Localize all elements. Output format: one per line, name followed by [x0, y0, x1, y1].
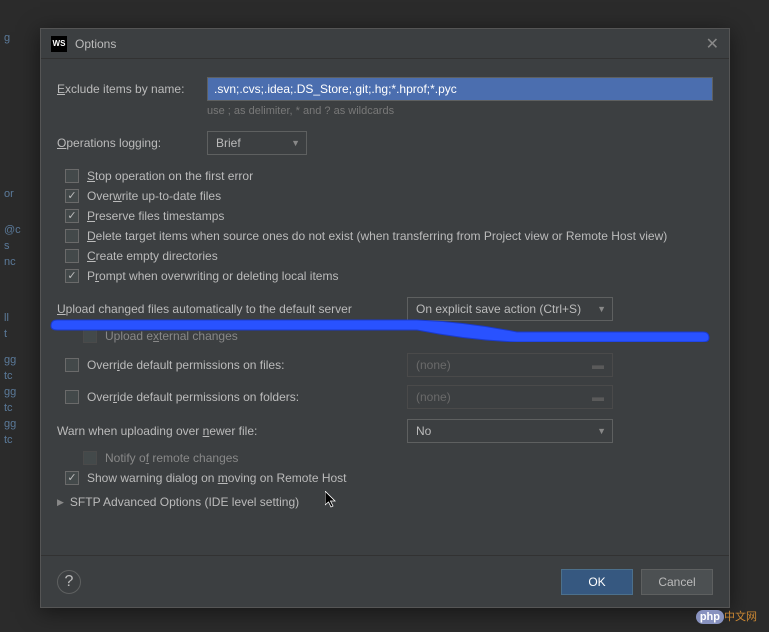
help-button[interactable]: ?	[57, 570, 81, 594]
background-sidebar: gor@csnc lltggtc ggtcggtc	[0, 0, 40, 632]
folders-permissions-input: (none)▬	[407, 385, 613, 409]
upload-external-label: Upload external changes	[105, 329, 238, 343]
override-folders-label: Override default permissions on folders:	[87, 390, 299, 404]
warn-newer-select[interactable]: No▼	[407, 419, 613, 443]
dialog-content: Exclude items by name: use ; as delimite…	[41, 59, 729, 509]
operations-logging-select[interactable]: Brief▼	[207, 131, 307, 155]
prompt-label: Prompt when overwriting or deleting loca…	[87, 269, 338, 283]
notify-remote-checkbox[interactable]: Notify of remote changes	[57, 451, 713, 465]
stop-on-error-checkbox[interactable]: Stop operation on the first error	[57, 169, 713, 183]
create-empty-label: Create empty directories	[87, 249, 218, 263]
override-folders-checkbox[interactable]: Override default permissions on folders:	[57, 390, 299, 404]
warn-newer-label: Warn when uploading over newer file:	[57, 424, 407, 438]
dialog-footer: ? OK Cancel	[41, 555, 729, 607]
chevron-down-icon: ▼	[597, 426, 606, 436]
sftp-advanced-expander[interactable]: ▶ SFTP Advanced Options (IDE level setti…	[57, 495, 713, 509]
app-icon: WS	[51, 36, 67, 52]
preserve-checkbox[interactable]: Preserve files timestamps	[57, 209, 713, 223]
show-warning-checkbox[interactable]: Show warning dialog on moving on Remote …	[57, 471, 713, 485]
close-icon[interactable]: ✕	[706, 34, 719, 54]
stop-on-error-label: Stop operation on the first error	[87, 169, 253, 183]
watermark: php中文网	[696, 608, 757, 624]
folder-icon: ▬	[592, 390, 604, 404]
delete-target-checkbox[interactable]: Delete target items when source ones do …	[57, 229, 713, 243]
operations-logging-label: Operations logging:	[57, 136, 207, 150]
ok-button[interactable]: OK	[561, 569, 633, 595]
override-files-label: Override default permissions on files:	[87, 358, 284, 372]
delete-target-label: Delete target items when source ones do …	[87, 229, 667, 243]
show-warning-label: Show warning dialog on moving on Remote …	[87, 471, 347, 485]
overwrite-checkbox[interactable]: Overwrite up-to-date files	[57, 189, 713, 203]
exclude-label: Exclude items by name:	[57, 82, 207, 96]
create-empty-checkbox[interactable]: Create empty directories	[57, 249, 713, 263]
upload-changed-select[interactable]: On explicit save action (Ctrl+S)▼	[407, 297, 613, 321]
chevron-down-icon: ▼	[597, 304, 606, 314]
cancel-button[interactable]: Cancel	[641, 569, 713, 595]
upload-external-checkbox[interactable]: Upload external changes	[57, 329, 713, 343]
titlebar: WS Options ✕	[41, 29, 729, 59]
options-dialog: WS Options ✕ Exclude items by name: use …	[40, 28, 730, 608]
window-title: Options	[75, 37, 116, 51]
chevron-down-icon: ▼	[291, 138, 300, 148]
notify-remote-label: Notify of remote changes	[105, 451, 238, 465]
override-files-checkbox[interactable]: Override default permissions on files:	[57, 358, 284, 372]
preserve-label: Preserve files timestamps	[87, 209, 224, 223]
prompt-checkbox[interactable]: Prompt when overwriting or deleting loca…	[57, 269, 713, 283]
overwrite-label: Overwrite up-to-date files	[87, 189, 221, 203]
triangle-right-icon: ▶	[57, 497, 64, 508]
exclude-input[interactable]	[207, 77, 713, 101]
exclude-helper: use ; as delimiter, * and ? as wildcards	[207, 105, 713, 117]
files-permissions-input: (none)▬	[407, 353, 613, 377]
folder-icon: ▬	[592, 358, 604, 372]
upload-changed-label: Upload changed files automatically to th…	[57, 302, 407, 316]
